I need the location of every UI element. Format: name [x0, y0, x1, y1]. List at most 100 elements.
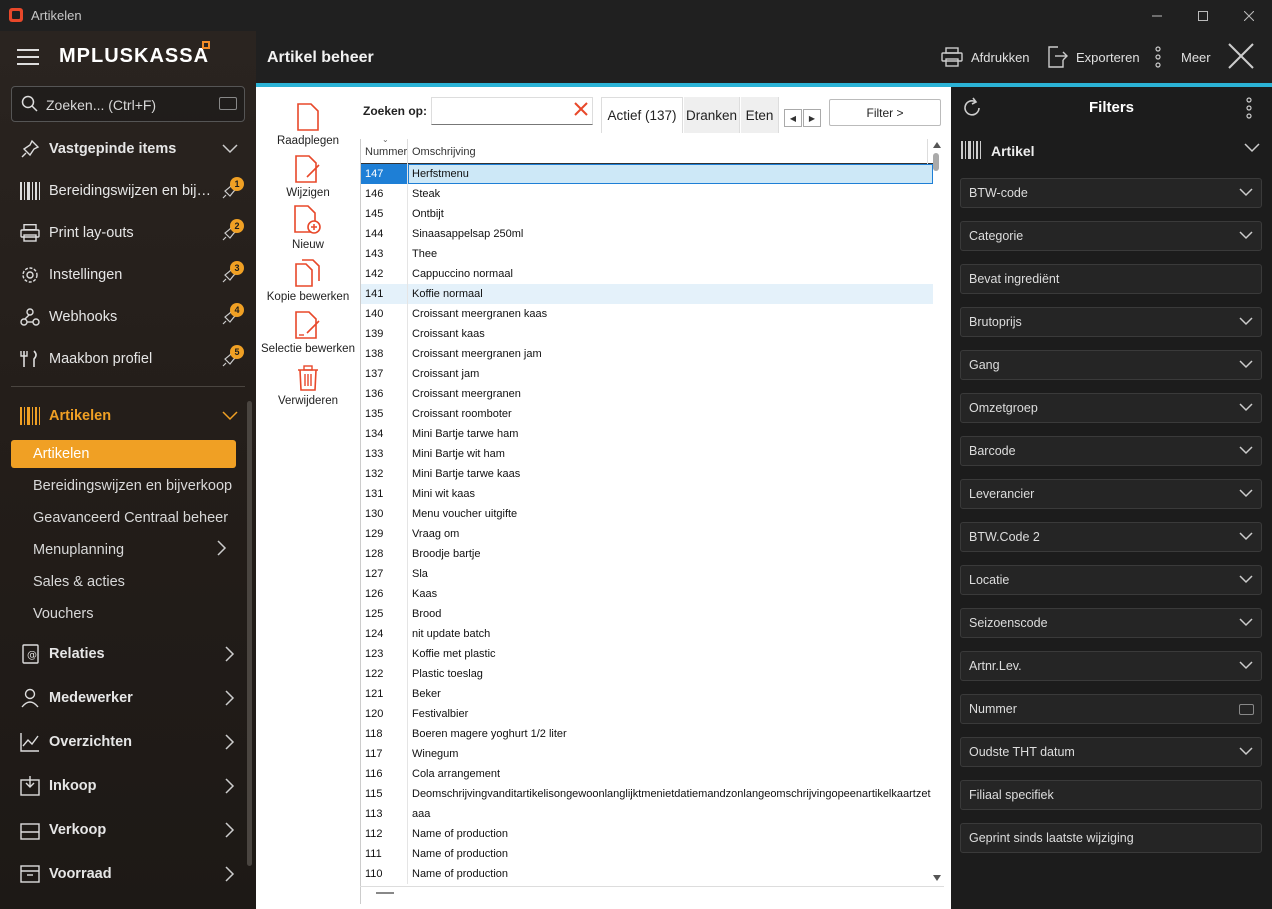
- filter-button[interactable]: Filter >: [829, 99, 941, 126]
- selectie-bewerken-button[interactable]: Selectie bewerken: [256, 309, 360, 355]
- more-button[interactable]: Meer: [1155, 45, 1211, 69]
- minimize-button[interactable]: [1134, 0, 1180, 31]
- wijzigen-button[interactable]: Wijzigen: [256, 153, 360, 199]
- close-window-button[interactable]: [1226, 0, 1272, 31]
- section-artikelen[interactable]: Artikelen: [0, 395, 256, 437]
- sidebar-search[interactable]: [11, 86, 245, 122]
- section-voorraad[interactable]: Voorraad: [0, 853, 256, 895]
- section-verkoop[interactable]: Verkoop: [0, 809, 256, 851]
- table-row[interactable]: 130 Menu voucher uitgifte: [361, 504, 933, 524]
- maximize-button[interactable]: [1180, 0, 1226, 31]
- table-row[interactable]: 113 aaa: [361, 804, 933, 824]
- table-row[interactable]: 126 Kaas: [361, 584, 933, 604]
- table-row[interactable]: 142 Cappuccino normaal: [361, 264, 933, 284]
- table-row[interactable]: 141 Koffie normaal: [361, 284, 933, 304]
- filter-field[interactable]: Gang: [960, 350, 1262, 380]
- search-input[interactable]: [431, 97, 593, 125]
- filter-field[interactable]: Omzetgroep: [960, 393, 1262, 423]
- filter-field[interactable]: Filiaal specifiek: [960, 780, 1262, 810]
- table-row[interactable]: 125 Brood: [361, 604, 933, 624]
- tab-dranken[interactable]: Dranken: [684, 97, 740, 133]
- filter-field[interactable]: Geprint sinds laatste wijziging: [960, 823, 1262, 853]
- table-row[interactable]: 118 Boeren magere yoghurt 1/2 liter: [361, 724, 933, 744]
- nieuw-button[interactable]: Nieuw: [256, 205, 360, 251]
- filter-field[interactable]: Categorie: [960, 221, 1262, 251]
- table-vertical-scrollbar[interactable]: [930, 139, 944, 884]
- table-row[interactable]: 132 Mini Bartje tarwe kaas: [361, 464, 933, 484]
- tab-actief[interactable]: Actief (137): [601, 97, 683, 133]
- table-row[interactable]: 143 Thee: [361, 244, 933, 264]
- hamburger-menu-icon[interactable]: [17, 49, 39, 65]
- raadplegen-button[interactable]: Raadplegen: [256, 101, 360, 147]
- kopie-bewerken-button[interactable]: Kopie bewerken: [256, 257, 360, 303]
- sub-item-geavanceerd[interactable]: Geavanceerd Centraal beheer: [11, 504, 236, 532]
- table-row[interactable]: 112 Name of production: [361, 824, 933, 844]
- filter-field[interactable]: BTW.Code 2: [960, 522, 1262, 552]
- table-row[interactable]: 137 Croissant jam: [361, 364, 933, 384]
- filter-section-artikel[interactable]: Artikel: [951, 132, 1272, 168]
- tab-eten[interactable]: Eten: [741, 97, 779, 133]
- section-medewerker[interactable]: Medewerker: [0, 677, 256, 719]
- table-row[interactable]: 115 Deomschrijvingvanditartikelisongewoon…: [361, 784, 933, 804]
- filter-field[interactable]: Brutoprijs: [960, 307, 1262, 337]
- table-row[interactable]: 138 Croissant meergranen jam: [361, 344, 933, 364]
- sub-item-vouchers[interactable]: Vouchers: [11, 600, 236, 628]
- table-row[interactable]: 135 Croissant roomboter: [361, 404, 933, 424]
- filter-field[interactable]: Leverancier: [960, 479, 1262, 509]
- sub-item-artikelen[interactable]: Artikelen: [11, 440, 236, 468]
- scrollbar-thumb[interactable]: [376, 892, 394, 894]
- table-row[interactable]: 134 Mini Bartje tarwe ham: [361, 424, 933, 444]
- table-row[interactable]: 121 Beker: [361, 684, 933, 704]
- table-row[interactable]: 139 Croissant kaas: [361, 324, 933, 344]
- filter-field[interactable]: Locatie: [960, 565, 1262, 595]
- close-page-button[interactable]: [1228, 43, 1254, 69]
- filter-field[interactable]: Barcode: [960, 436, 1262, 466]
- table-row[interactable]: 145 Ontbijt: [361, 204, 933, 224]
- clear-search-icon[interactable]: [574, 102, 588, 116]
- table-row[interactable]: 144 Sinaasappelsap 250ml: [361, 224, 933, 244]
- sub-item-bereidingswijzen[interactable]: Bereidingswijzen en bijverkoop: [11, 472, 236, 500]
- table-row[interactable]: 122 Plastic toeslag: [361, 664, 933, 684]
- export-button[interactable]: Exporteren: [1046, 45, 1140, 69]
- table-row[interactable]: 124 nit update batch: [361, 624, 933, 644]
- column-header-description[interactable]: Omschrijving: [412, 146, 476, 158]
- tab-scroll-right-button[interactable]: ▶: [803, 109, 821, 127]
- sub-item-sales[interactable]: Sales & acties: [11, 568, 236, 596]
- pinned-items-header[interactable]: Vastgepinde items: [0, 128, 256, 170]
- filter-field[interactable]: Bevat ingrediënt: [960, 264, 1262, 294]
- filter-field[interactable]: BTW-code: [960, 178, 1262, 208]
- table-row[interactable]: 136 Croissant meergranen: [361, 384, 933, 404]
- sidebar-scrollbar[interactable]: [247, 401, 252, 866]
- filter-field[interactable]: Artnr.Lev.: [960, 651, 1262, 681]
- pinned-item-maakbon[interactable]: Maakbon profiel 5: [0, 338, 256, 380]
- keyboard-icon[interactable]: [219, 97, 237, 110]
- filter-field[interactable]: Oudste THT datum: [960, 737, 1262, 767]
- table-row[interactable]: 133 Mini Bartje wit ham: [361, 444, 933, 464]
- pinned-item-bereidingswijzen[interactable]: Bereidingswijzen en bijverkoop 1: [0, 170, 256, 212]
- table-row[interactable]: 140 Croissant meergranen kaas: [361, 304, 933, 324]
- sub-item-menuplanning[interactable]: Menuplanning: [11, 536, 236, 564]
- table-horizontal-scrollbar[interactable]: [360, 886, 944, 898]
- pinned-item-webhooks[interactable]: Webhooks 4: [0, 296, 256, 338]
- table-row[interactable]: 129 Vraag om: [361, 524, 933, 544]
- sidebar-search-input[interactable]: [46, 95, 206, 115]
- section-relaties[interactable]: @ Relaties: [0, 633, 256, 675]
- table-row[interactable]: 146 Steak: [361, 184, 933, 204]
- scrollbar-thumb[interactable]: [933, 153, 939, 171]
- table-row[interactable]: 123 Koffie met plastic: [361, 644, 933, 664]
- more-vertical-icon[interactable]: [1246, 97, 1252, 119]
- print-button[interactable]: Afdrukken: [941, 45, 1030, 69]
- table-row[interactable]: 131 Mini wit kaas: [361, 484, 933, 504]
- table-row[interactable]: 127 Sla: [361, 564, 933, 584]
- section-overzichten[interactable]: Overzichten: [0, 721, 256, 763]
- table-row[interactable]: 110 Name of production: [361, 864, 933, 884]
- filter-field[interactable]: Nummer: [960, 694, 1262, 724]
- pinned-item-print-layouts[interactable]: Print lay-outs 2: [0, 212, 256, 254]
- column-header-number[interactable]: Nummer: [365, 146, 407, 158]
- table-row[interactable]: 116 Cola arrangement: [361, 764, 933, 784]
- section-inkoop[interactable]: Inkoop: [0, 765, 256, 807]
- verwijderen-button[interactable]: Verwijderen: [256, 361, 360, 407]
- filter-field[interactable]: Seizoenscode: [960, 608, 1262, 638]
- keyboard-icon[interactable]: [1239, 704, 1254, 715]
- table-row[interactable]: 111 Name of production: [361, 844, 933, 864]
